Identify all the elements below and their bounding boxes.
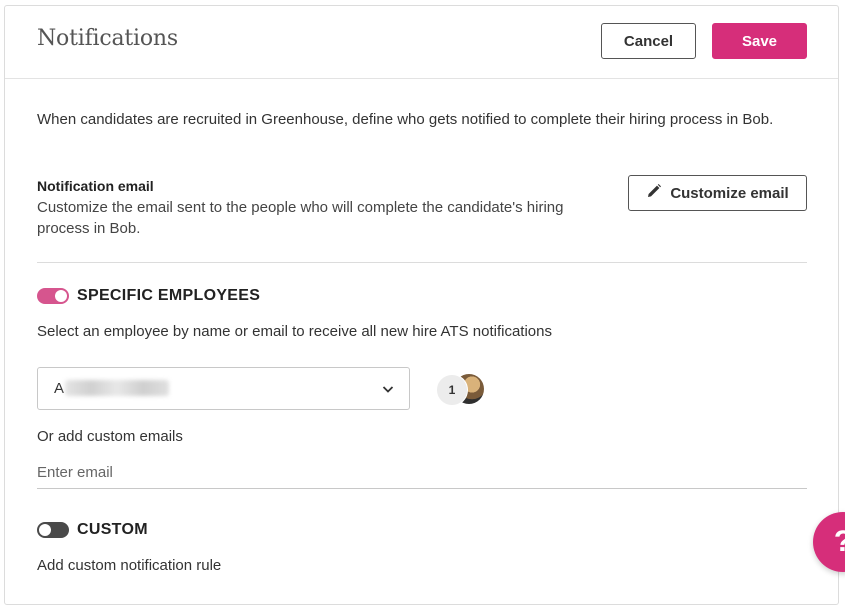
toggle-knob — [39, 524, 51, 536]
custom-toggle[interactable] — [37, 522, 69, 538]
panel-header: Notifications Cancel Save — [5, 6, 838, 79]
redacted-name — [65, 380, 169, 396]
custom-helper: Add custom notification rule — [37, 557, 222, 574]
specific-employees-heading: SPECIFIC EMPLOYEES — [77, 287, 261, 304]
save-button[interactable]: Save — [712, 23, 807, 59]
page-title: Notifications — [37, 26, 178, 51]
toggle-knob — [55, 290, 67, 302]
custom-emails-label: Or add custom emails — [37, 428, 183, 445]
notifications-panel: Notifications Cancel Save When candidate… — [4, 5, 839, 605]
customize-email-button[interactable]: Customize email — [628, 175, 807, 211]
help-icon: ? — [834, 525, 845, 559]
specific-employees-toggle[interactable] — [37, 288, 69, 304]
email-input[interactable]: Enter email — [37, 464, 113, 481]
employee-select-value: A — [54, 380, 65, 397]
notification-email-title: Notification email — [37, 178, 154, 194]
specific-employees-helper: Select an employee by name or email to r… — [37, 323, 552, 340]
chevron-down-icon — [381, 382, 395, 401]
section-divider — [37, 262, 807, 263]
employee-select[interactable]: A — [37, 367, 410, 410]
selected-count-badge[interactable]: 1 — [436, 374, 468, 406]
customize-email-label: Customize email — [670, 184, 789, 202]
notification-email-description: Customize the email sent to the people w… — [37, 199, 564, 237]
intro-text: When candidates are recruited in Greenho… — [37, 111, 774, 128]
email-input-underline — [37, 488, 807, 489]
custom-heading: CUSTOM — [77, 521, 148, 538]
cancel-button[interactable]: Cancel — [601, 23, 696, 59]
pencil-icon — [646, 183, 662, 203]
